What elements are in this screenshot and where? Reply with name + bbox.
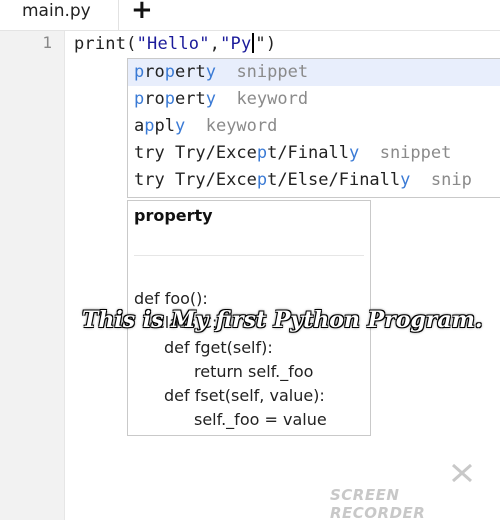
- doc-line: def fset(self, value):: [164, 386, 325, 405]
- autocomplete-item-property-keyword[interactable]: property keyword: [128, 86, 500, 113]
- tab-bar: main.py +: [0, 0, 500, 31]
- recorder-logo-icon: [452, 463, 472, 483]
- autocomplete-item-property-snippet[interactable]: property snippet: [128, 59, 500, 86]
- autocomplete-item-apply[interactable]: apply keyword: [128, 113, 500, 140]
- screen-recorder-watermark: SCREEN RECORDER: [330, 486, 426, 522]
- doc-line: def foo():: [134, 289, 208, 308]
- code-after-caret: "): [255, 34, 277, 54]
- code-comma: ,: [209, 34, 221, 54]
- doc-divider: [134, 255, 364, 256]
- autocomplete-list[interactable]: property snippet property keyword apply …: [127, 58, 500, 198]
- tab-label: main.py: [22, 1, 91, 21]
- ac-kind: keyword: [205, 116, 278, 136]
- doc-line: return self._foo: [194, 362, 314, 381]
- ac-kind: snippet: [379, 143, 452, 163]
- code-arg1: "Hello": [136, 34, 210, 54]
- line-number: 1: [42, 33, 52, 52]
- autocomplete-item-try-finally[interactable]: try Try/Except/Finally snippet: [128, 140, 500, 167]
- ac-kind: snip: [430, 170, 472, 190]
- tab-main-py[interactable]: main.py: [0, 0, 119, 30]
- doc-title: property: [134, 206, 213, 225]
- code-line[interactable]: print("Hello","Py "): [74, 33, 276, 54]
- doc-line: self._foo = value: [194, 410, 327, 429]
- line-number-gutter: 1: [0, 31, 65, 520]
- new-tab-button[interactable]: +: [131, 0, 153, 25]
- ac-kind: snippet: [236, 62, 309, 82]
- code-fn: print(: [74, 34, 137, 54]
- code-arg2: "Py: [220, 34, 252, 54]
- autocomplete-item-try-else-finally[interactable]: try Try/Except/Else/Finally snip: [128, 167, 500, 194]
- video-caption-overlay: This is My first Python Program.: [82, 307, 483, 333]
- ac-kind: keyword: [236, 89, 309, 109]
- doc-line: def fget(self):: [164, 338, 273, 357]
